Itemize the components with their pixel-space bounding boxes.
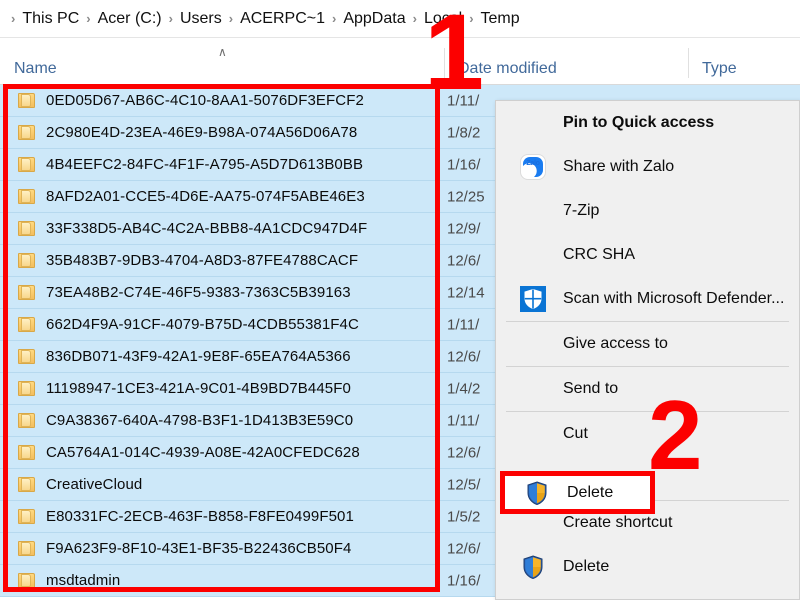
folder-icon (18, 285, 36, 300)
context-menu-item-delete[interactable]: Delete (496, 545, 799, 589)
breadcrumb-item-acer-c[interactable]: Acer (C:) (98, 10, 162, 28)
column-divider-2[interactable] (688, 48, 689, 78)
file-name: E80331FC-2ECB-463F-B858-F8FE0499F501 (46, 508, 354, 525)
context-menu-item-give-access-to[interactable]: Give access to (496, 322, 799, 366)
breadcrumb-separator: › (4, 12, 22, 25)
column-header-type[interactable]: Type (702, 60, 737, 78)
file-name: F9A623F9-8F10-43E1-BF35-B22436CB50F4 (46, 540, 351, 557)
file-date-modified: 12/14 (447, 284, 485, 301)
context-menu-item-label: Copy (563, 469, 600, 487)
file-name: CA5764A1-014C-4939-A08E-42A0CFEDC628 (46, 444, 360, 461)
folder-icon (18, 125, 36, 140)
folder-icon (18, 317, 36, 332)
context-menu-item-label: Pin to Quick access (563, 114, 714, 132)
context-menu-item-rename[interactable]: Rename (496, 589, 799, 600)
file-name: CreativeCloud (46, 476, 142, 493)
context-menu-item-pin-to-quick-access[interactable]: Pin to Quick access (496, 101, 799, 145)
folder-icon (18, 93, 36, 108)
file-date-modified: 1/4/2 (447, 380, 480, 397)
context-menu-item-send-to[interactable]: Send to (496, 367, 799, 411)
context-menu-item-label: 7-Zip (563, 202, 599, 220)
breadcrumb-item-users[interactable]: Users (180, 10, 222, 28)
file-date-modified: 1/11/ (447, 92, 479, 109)
file-date-modified: 1/8/2 (447, 124, 480, 141)
breadcrumb-item-temp[interactable]: Temp (481, 10, 520, 28)
file-date-modified: 1/11/ (447, 316, 479, 333)
context-menu-item-share-with-zalo[interactable]: Zalo Share with Zalo (496, 145, 799, 189)
file-name: 836DB071-43F9-42A1-9E8F-65EA764A5366 (46, 348, 351, 365)
folder-icon (18, 477, 36, 492)
context-menu[interactable]: Pin to Quick access Zalo Share with Zalo 7-… (495, 100, 800, 600)
file-date-modified: 12/6/ (447, 252, 480, 269)
file-date-modified: 12/6/ (447, 540, 480, 557)
sort-ascending-icon: ∧ (218, 46, 227, 58)
context-menu-item-label: Cut (563, 425, 588, 443)
file-name: 8AFD2A01-CCE5-4D6E-AA75-074F5ABE46E3 (46, 188, 365, 205)
breadcrumb[interactable]: ›This PC›Acer (C:)›Users›ACERPC~1›AppDat… (0, 0, 800, 38)
file-date-modified: 12/25 (447, 188, 485, 205)
breadcrumb-separator: › (462, 12, 480, 25)
context-menu-item-scan-with-microsoft-defender[interactable]: Scan with Microsoft Defender... (496, 277, 799, 321)
folder-icon (18, 573, 36, 588)
file-date-modified: 12/9/ (447, 220, 480, 237)
folder-icon (18, 253, 36, 268)
column-header-bar: ∧ Name Date modified Type (0, 38, 800, 85)
breadcrumb-item-this-pc[interactable]: This PC (22, 10, 79, 28)
file-date-modified: 1/16/ (447, 572, 480, 589)
breadcrumb-item-local[interactable]: Local (424, 10, 462, 28)
context-menu-item-label: Delete (563, 558, 609, 576)
file-name: 4B4EEFC2-84FC-4F1F-A795-A5D7D613B0BB (46, 156, 363, 173)
file-date-modified: 12/5/ (447, 476, 480, 493)
context-menu-item-label: Send to (563, 380, 618, 398)
folder-icon (18, 445, 36, 460)
file-name: msdtadmin (46, 572, 120, 589)
folder-icon (18, 381, 36, 396)
folder-icon (18, 157, 36, 172)
breadcrumb-separator: › (222, 12, 240, 25)
folder-icon (18, 221, 36, 236)
folder-icon (18, 413, 36, 428)
zalo-icon: Zalo (520, 154, 546, 180)
file-name: 11198947-1CE3-421A-9C01-4B9BD7B445F0 (46, 380, 351, 397)
context-menu-item-label: CRC SHA (563, 246, 635, 264)
file-name: 662D4F9A-91CF-4079-B75D-4CDB55381F4C (46, 316, 359, 333)
context-menu-item-crc-sha[interactable]: CRC SHA (496, 233, 799, 277)
breadcrumb-separator: › (79, 12, 97, 25)
file-date-modified: 12/6/ (447, 348, 480, 365)
file-name: 73EA48B2-C74E-46F5-9383-7363C5B39163 (46, 284, 351, 301)
file-name: 2C980E4D-23EA-46E9-B98A-074A56D06A78 (46, 124, 357, 141)
context-menu-item-label: Share with Zalo (563, 158, 674, 176)
defender-shield-icon (520, 286, 546, 312)
folder-icon (18, 189, 36, 204)
breadcrumb-separator: › (162, 12, 180, 25)
column-header-date-modified[interactable]: Date modified (458, 60, 557, 78)
column-header-name[interactable]: Name (14, 60, 57, 78)
breadcrumb-item-appdata[interactable]: AppData (343, 10, 405, 28)
context-menu-item-label: Scan with Microsoft Defender... (563, 290, 784, 308)
uac-shield-icon (520, 554, 546, 580)
context-menu-item-label: Create shortcut (563, 514, 672, 532)
file-name: 35B483B7-9DB3-4704-A8D3-87FE4788CACF (46, 252, 358, 269)
context-menu-item-copy[interactable]: Copy (496, 456, 799, 500)
context-menu-item-label: Give access to (563, 335, 668, 353)
breadcrumb-separator: › (406, 12, 424, 25)
file-name: C9A38367-640A-4798-B3F1-1D413B3E59C0 (46, 412, 353, 429)
file-date-modified: 1/5/2 (447, 508, 480, 525)
context-menu-item-create-shortcut[interactable]: Create shortcut (496, 501, 799, 545)
file-date-modified: 1/11/ (447, 412, 479, 429)
folder-icon (18, 349, 36, 364)
context-menu-item-7-zip[interactable]: 7-Zip (496, 189, 799, 233)
file-name: 0ED05D67-AB6C-4C10-8AA1-5076DF3EFCF2 (46, 92, 364, 109)
file-date-modified: 12/6/ (447, 444, 480, 461)
folder-icon (18, 541, 36, 556)
context-menu-item-cut[interactable]: Cut (496, 412, 799, 456)
file-name: 33F338D5-AB4C-4C2A-BBB8-4A1CDC947D4F (46, 220, 367, 237)
file-date-modified: 1/16/ (447, 156, 480, 173)
column-divider-1[interactable] (444, 48, 445, 78)
breadcrumb-separator: › (325, 12, 343, 25)
breadcrumb-item-acerpc-1[interactable]: ACERPC~1 (240, 10, 325, 28)
folder-icon (18, 509, 36, 524)
